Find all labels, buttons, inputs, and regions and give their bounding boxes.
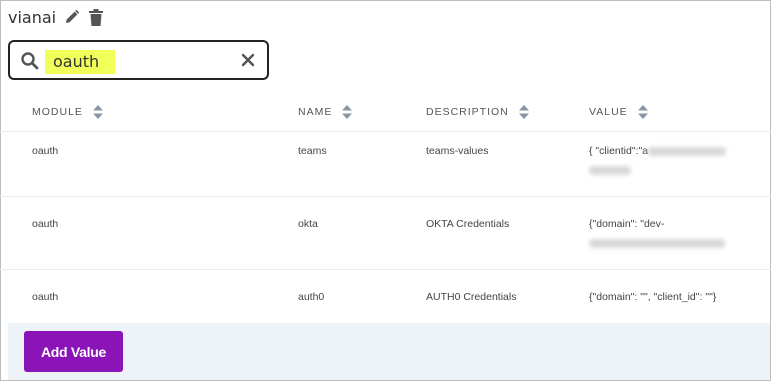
sort-icon[interactable] [518, 105, 529, 119]
cell-value: { "clientid":"a [589, 145, 727, 157]
column-header-module[interactable]: MODULE [32, 105, 103, 119]
cell-name: okta [298, 218, 318, 230]
cell-description: AUTH0 Credentials [426, 291, 517, 303]
sort-icon[interactable] [637, 105, 648, 119]
cell-name: auth0 [298, 291, 325, 303]
row-divider [0, 196, 771, 197]
header-divider [0, 131, 771, 132]
cell-value-line2 [589, 237, 725, 249]
column-header-value[interactable]: VALUE [589, 105, 648, 119]
cell-module: oauth [32, 291, 59, 303]
page-title: vianai [8, 7, 57, 27]
cell-module: oauth [32, 218, 59, 230]
column-header-name[interactable]: NAME [298, 105, 353, 119]
column-header-description[interactable]: DESCRIPTION [426, 105, 529, 119]
cell-name: teams [298, 145, 327, 157]
row-divider [0, 269, 771, 270]
clear-search-icon[interactable] [241, 53, 255, 67]
cell-value-line2 [589, 164, 631, 176]
sort-icon[interactable] [342, 105, 353, 119]
cell-module: oauth [32, 145, 59, 157]
search-icon [20, 51, 40, 71]
pencil-icon[interactable] [64, 8, 80, 26]
redacted-text [648, 146, 727, 156]
redacted-text [589, 238, 725, 248]
search-input[interactable]: oauth [45, 50, 115, 74]
redacted-text [589, 165, 631, 175]
page-header: vianai [8, 6, 104, 28]
cell-description: OKTA Credentials [426, 218, 510, 230]
cell-value: {"domain": "", "client_id": ""} [589, 291, 717, 303]
sort-icon[interactable] [92, 105, 103, 119]
add-value-button[interactable]: Add Value [24, 331, 123, 372]
search-box[interactable]: oauth [8, 40, 269, 80]
trash-icon[interactable] [88, 8, 104, 26]
cell-value: {"domain": "dev- [589, 218, 665, 230]
cell-description: teams-values [426, 145, 489, 157]
